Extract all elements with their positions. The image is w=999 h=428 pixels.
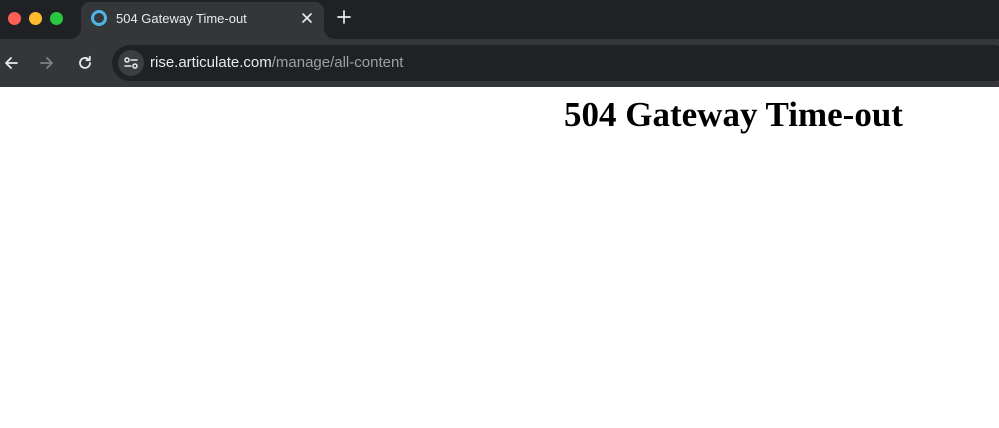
tab-title: 504 Gateway Time-out [116, 11, 247, 26]
reload-button[interactable] [74, 52, 96, 74]
active-tab[interactable]: 504 Gateway Time-out [71, 2, 334, 39]
url-path: /manage/all-content [271, 54, 404, 71]
back-button[interactable] [0, 52, 22, 74]
arrow-left-icon [5, 57, 18, 69]
url-host: rise.articulate.com [150, 54, 272, 71]
page-content: 504 Gateway Time-out [0, 87, 999, 428]
url-text[interactable]: rise.articulate.com/manage/all-content [150, 54, 403, 72]
window-minimize-button[interactable] [29, 12, 42, 25]
tab-strip: 504 Gateway Time-out [0, 0, 999, 39]
loading-ring-icon [91, 10, 107, 26]
reload-icon [79, 55, 91, 69]
arrow-right-icon [40, 57, 53, 69]
browser-toolbar: rise.articulate.com/manage/all-content [0, 39, 999, 87]
forward-button[interactable] [36, 52, 58, 74]
window-maximize-button[interactable] [50, 12, 63, 25]
site-info-button[interactable] [118, 50, 144, 76]
address-bar[interactable]: rise.articulate.com/manage/all-content [112, 45, 999, 81]
plus-icon [337, 10, 351, 24]
close-icon [302, 13, 312, 23]
page-title: 504 Gateway Time-out [564, 95, 903, 134]
new-tab-button[interactable] [334, 7, 354, 27]
tune-icon [124, 57, 138, 69]
tab-close-button[interactable] [298, 9, 316, 27]
window-close-button[interactable] [8, 12, 21, 25]
